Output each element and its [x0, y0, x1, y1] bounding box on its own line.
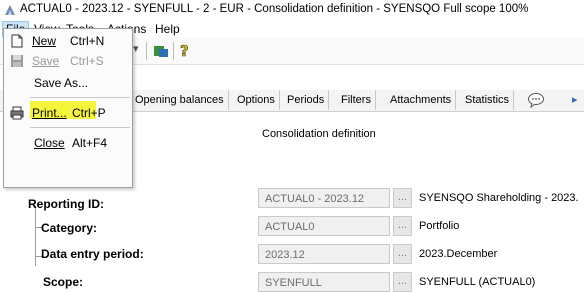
- tab-opening-balances[interactable]: Opening balances: [131, 90, 229, 110]
- toolbar-separator: [146, 42, 147, 60]
- svg-text:?: ?: [180, 42, 189, 59]
- comment-icon[interactable]: [527, 92, 545, 108]
- reporting-id-browse-button[interactable]: ...: [393, 188, 412, 208]
- menu-item-save[interactable]: Save Ctrl+S: [4, 51, 132, 71]
- reporting-id-label: Reporting ID:: [28, 197, 104, 211]
- new-document-icon: [11, 34, 23, 48]
- import-icon[interactable]: [153, 43, 169, 59]
- menu-item-new[interactable]: New Ctrl+N: [4, 31, 132, 51]
- tab-filters[interactable]: Filters: [337, 90, 376, 110]
- data-entry-period-label: Data entry period:: [41, 247, 144, 261]
- scope-browse-button[interactable]: ...: [393, 272, 412, 292]
- panel-heading: Consolidation definition: [262, 128, 376, 140]
- menu-separator: [30, 127, 130, 128]
- title-bar: ACTUAL0 - 2023.12 - SYENFULL - 2 - EUR -…: [0, 0, 584, 20]
- help-icon[interactable]: ?: [178, 42, 192, 59]
- tab-statistics[interactable]: Statistics: [461, 90, 515, 110]
- menu-item-save-as[interactable]: Save As...: [4, 73, 132, 93]
- window-title: ACTUAL0 - 2023.12 - SYENFULL - 2 - EUR -…: [20, 3, 529, 15]
- menu-separator: [30, 97, 130, 98]
- period-description: 2023.December: [419, 248, 498, 260]
- scope-field[interactable]: SYENFULL: [258, 272, 390, 292]
- menu-item-close-shortcut: Alt+F4: [72, 136, 108, 150]
- menu-item-new-shortcut: Ctrl+N: [70, 34, 105, 48]
- toolbar-separator: [173, 42, 174, 60]
- scope-description: SYENFULL (ACTUAL0): [419, 276, 536, 288]
- dropdown-arrow-icon[interactable]: ▾: [133, 42, 139, 55]
- tab-attachments[interactable]: Attachments: [386, 90, 457, 110]
- menu-item-save-label: Save: [32, 54, 60, 68]
- file-menu-dropdown: New Ctrl+N Save Ctrl+S Save As... Print.…: [3, 28, 133, 188]
- scope-label: Scope:: [43, 275, 84, 289]
- category-description: Portfolio: [419, 220, 460, 232]
- app-icon: [5, 5, 15, 15]
- menu-item-new-label: New: [32, 34, 57, 48]
- menu-item-save-as-label: Save As...: [34, 76, 89, 90]
- category-field[interactable]: ACTUAL0: [258, 216, 390, 236]
- reporting-id-description: SYENSQO Shareholding - 2023.: [419, 192, 579, 204]
- tab-periods[interactable]: Periods: [283, 90, 330, 110]
- tree-connector: [35, 206, 36, 266]
- menu-item-print-shortcut: Ctrl+P: [72, 106, 106, 120]
- overflow-icon[interactable]: ▸: [572, 93, 578, 106]
- tab-options[interactable]: Options: [233, 90, 280, 110]
- menu-item-close[interactable]: Close Alt+F4: [4, 133, 132, 153]
- category-browse-button[interactable]: ...: [393, 216, 412, 236]
- save-disk-icon: [11, 55, 23, 67]
- reporting-id-field[interactable]: ACTUAL0 - 2023.12: [258, 188, 390, 208]
- category-label: Category:: [41, 221, 98, 235]
- menu-item-close-label: Close: [34, 136, 65, 150]
- period-browse-button[interactable]: ...: [393, 244, 412, 264]
- menu-help[interactable]: Help: [152, 22, 183, 36]
- printer-icon: [10, 106, 24, 120]
- menu-item-print[interactable]: Print... Ctrl+P: [4, 103, 132, 123]
- menu-item-save-shortcut: Ctrl+S: [70, 54, 104, 68]
- menu-item-print-label: Print...: [32, 106, 67, 120]
- period-field[interactable]: 2023.12: [258, 244, 390, 264]
